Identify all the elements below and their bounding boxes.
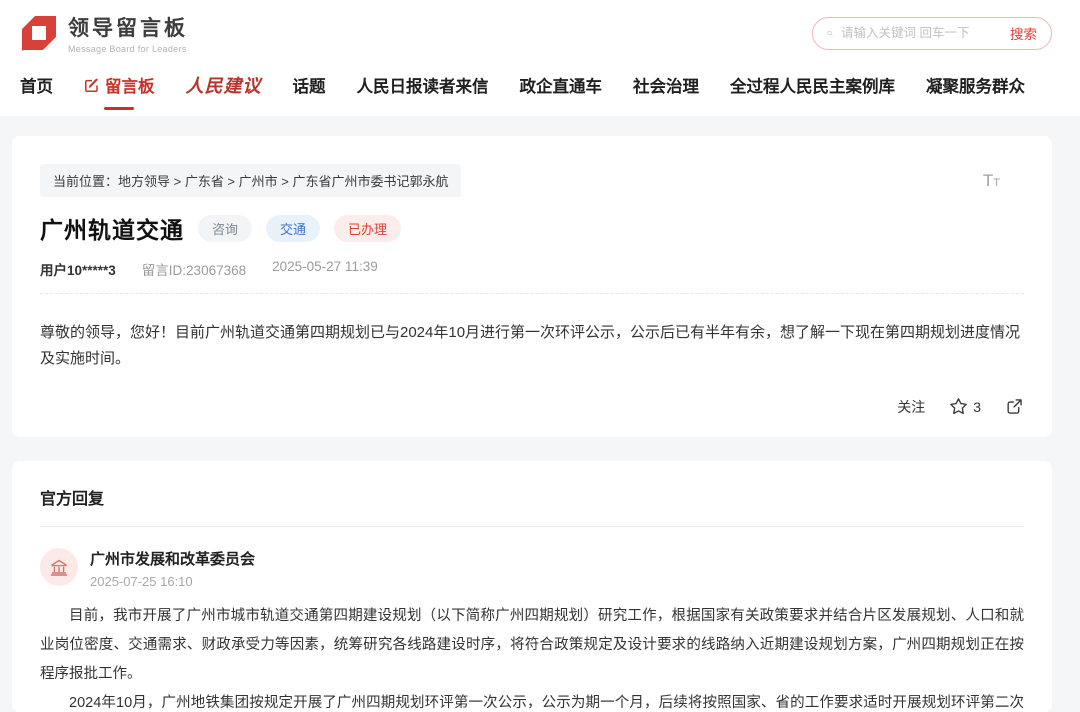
- official-reply-card: 官方回复 广州市发展和改革委员会 2025-07-25 16:10: [12, 461, 1052, 712]
- message-card: 当前位置：地方领导 > 广东省 > 广州市 > 广东省广州市委书记郭永航 TT …: [12, 136, 1052, 437]
- message-title: 广州轨道交通: [40, 211, 184, 245]
- nav-item-home[interactable]: 首页: [20, 73, 53, 97]
- nav-item-label: 留言板: [105, 73, 155, 97]
- reply-paragraph: 2024年10月，广州地铁集团按规定开展了广州四期规划环评第一次公示，公示为期一…: [40, 689, 1024, 712]
- nav-item-people-suggestions[interactable]: 人民建议: [186, 72, 262, 98]
- breadcrumb[interactable]: 当前位置：地方领导 > 广东省 > 广州市 > 广东省广州市委书记郭永航: [40, 164, 461, 197]
- star-outline-icon: [949, 397, 968, 416]
- reply-body: 目前，我市开展了广州市城市轨道交通第四期建设规划（以下简称广州四期规划）研究工作…: [40, 602, 1024, 712]
- message-datetime: 2025-05-27 11:39: [272, 259, 378, 279]
- search-icon: [827, 26, 833, 41]
- logo-subtitle: Message Board for Leaders: [68, 44, 188, 54]
- message-actions: 关注 3: [40, 397, 1024, 417]
- star-count: 3: [973, 399, 981, 415]
- edit-pencil-icon: [84, 77, 100, 93]
- divider: [40, 526, 1024, 527]
- text-size-icon: T: [983, 172, 993, 189]
- reply-datetime: 2025-07-25 16:10: [90, 574, 255, 589]
- nav-item-topics[interactable]: 话题: [293, 73, 326, 97]
- message-meta: 用户10*****3 留言ID:23067368 2025-05-27 11:3…: [40, 259, 1024, 294]
- search-input[interactable]: [841, 26, 1002, 40]
- nav-item-democracy-cases[interactable]: 全过程人民民主案例库: [730, 73, 895, 97]
- nav-item-message-board[interactable]: 留言板: [84, 73, 155, 97]
- message-author: 用户10*****3: [40, 259, 116, 279]
- page-body: 当前位置：地方领导 > 广东省 > 广州市 > 广东省广州市委书记郭永航 TT …: [0, 116, 1080, 712]
- nav-item-serve-masses[interactable]: 凝聚服务群众: [926, 73, 1025, 97]
- nav-item-gov-business-line[interactable]: 政企直通车: [520, 73, 603, 97]
- top-header: 领导留言板 Message Board for Leaders 搜索: [0, 0, 1080, 56]
- follow-button[interactable]: 关注: [897, 397, 925, 417]
- main-nav: 首页 留言板 人民建议 话题 人民日报读者来信 政企直通车 社会治理 全过程人民…: [0, 56, 1080, 116]
- logo-speech-bubble-icon: [20, 14, 58, 52]
- message-body: 尊敬的领导，您好！目前广州轨道交通第四期规划已与2024年10月进行第一次环评公…: [40, 320, 1024, 373]
- reply-section-title: 官方回复: [40, 485, 1024, 509]
- share-button[interactable]: [1005, 397, 1024, 416]
- search-button[interactable]: 搜索: [1010, 23, 1037, 43]
- star-button[interactable]: 3: [949, 397, 981, 416]
- agency-name: 广州市发展和改革委员会: [90, 548, 255, 569]
- tag-topic: 交通: [266, 215, 320, 242]
- nav-item-readers-letters[interactable]: 人民日报读者来信: [357, 73, 489, 97]
- nav-item-social-governance[interactable]: 社会治理: [633, 73, 699, 97]
- message-id: 留言ID:23067368: [142, 259, 246, 279]
- share-icon: [1005, 397, 1024, 416]
- government-building-icon: [49, 557, 69, 577]
- active-tab-underline: [104, 107, 134, 110]
- logo-title: 领导留言板: [68, 12, 188, 42]
- site-logo[interactable]: 领导留言板 Message Board for Leaders: [20, 12, 188, 54]
- reply-paragraph: 目前，我市开展了广州市城市轨道交通第四期建设规划（以下简称广州四期规划）研究工作…: [40, 602, 1024, 689]
- search-box[interactable]: 搜索: [812, 17, 1052, 50]
- tag-status: 已办理: [334, 215, 401, 242]
- tag-category: 咨询: [198, 215, 252, 242]
- agency-avatar: [40, 548, 78, 586]
- font-size-toggle[interactable]: TT: [983, 172, 1000, 189]
